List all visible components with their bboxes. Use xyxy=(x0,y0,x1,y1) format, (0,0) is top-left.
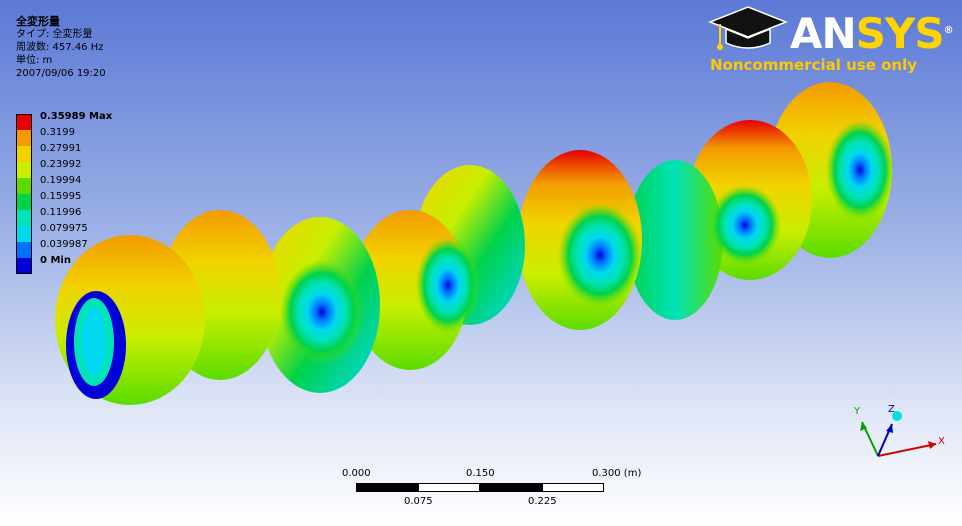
scale-label-150: 0.150 xyxy=(466,468,495,479)
scale-label-225: 0.225 xyxy=(528,496,557,507)
contour-spot-1 xyxy=(826,120,894,220)
scale-bar: 0.000 0.150 0.300 (m) 0.075 0.225 xyxy=(342,468,641,518)
contour-spot-5 xyxy=(280,260,364,364)
scale-label-075: 0.075 xyxy=(404,496,433,507)
contour-spot-2 xyxy=(709,185,781,265)
scale-segment-3 xyxy=(480,483,542,492)
shaft-end-core xyxy=(82,308,106,376)
axis-z-label: Z xyxy=(888,404,895,415)
scale-segment-2 xyxy=(418,483,480,492)
scale-label-0: 0.000 xyxy=(342,468,371,479)
axis-triad[interactable]: X Y Z xyxy=(840,398,950,468)
contour-spot-3 xyxy=(558,203,642,307)
scale-segment-4 xyxy=(542,483,604,492)
contour-spot-4 xyxy=(416,237,480,333)
deformed-model-view[interactable] xyxy=(0,0,962,526)
axis-x-label: X xyxy=(938,436,945,447)
axis-y-label: Y xyxy=(853,406,861,417)
scale-label-300: 0.300 (m) xyxy=(592,468,642,479)
scale-segment-1 xyxy=(356,483,418,492)
